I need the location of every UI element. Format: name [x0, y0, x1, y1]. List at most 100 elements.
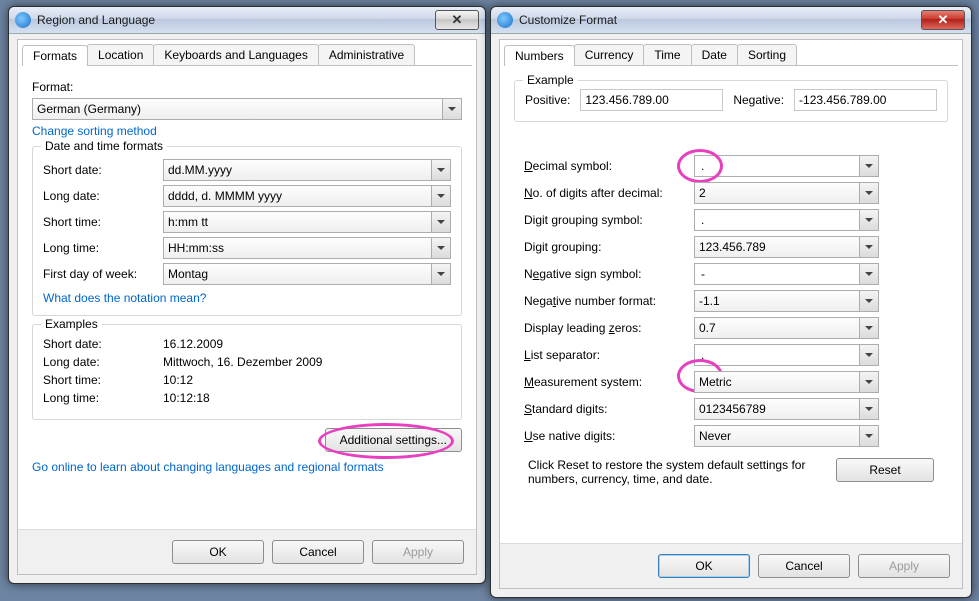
button-bar: OK Cancel Apply	[18, 529, 476, 574]
long-date-combo[interactable]: dddd, d. MMMM yyyy	[163, 185, 451, 207]
cancel-button[interactable]: Cancel	[272, 540, 364, 564]
chevron-down-icon	[431, 264, 450, 284]
leading-zeros-label: Display leading zeros:	[524, 321, 694, 335]
globe-icon	[497, 12, 513, 28]
standard-digits-combo[interactable]: 0123456789	[694, 398, 879, 420]
digit-grouping-combo[interactable]: 123.456.789	[694, 236, 879, 258]
chevron-down-icon	[859, 399, 878, 419]
grouping-symbol-combo[interactable]	[694, 209, 879, 231]
first-dow-combo[interactable]: Montag	[163, 263, 451, 285]
tab-date[interactable]: Date	[691, 44, 738, 65]
reset-button[interactable]: Reset	[836, 458, 934, 482]
tab-formats[interactable]: Formats	[22, 45, 88, 66]
example-long-date: Mittwoch, 16. Dezember 2009	[163, 355, 451, 369]
positive-label: Positive:	[525, 93, 570, 107]
tab-location[interactable]: Location	[87, 44, 154, 65]
long-time-label: Long time:	[43, 241, 163, 255]
window-title: Region and Language	[37, 13, 435, 27]
chevron-down-icon	[859, 426, 878, 446]
numbers-panel: Example Positive: 123.456.789.00 Negativ…	[500, 66, 962, 546]
short-date-label: Short date:	[43, 163, 163, 177]
decimal-symbol-combo[interactable]	[694, 155, 879, 177]
tab-strip: Formats Location Keyboards and Languages…	[22, 44, 472, 66]
example-long-time: 10:12:18	[163, 391, 451, 405]
short-date-combo[interactable]: dd.MM.yyyy	[163, 159, 451, 181]
native-digits-combo[interactable]: Never	[694, 425, 879, 447]
short-time-label: Short time:	[43, 215, 163, 229]
ok-button[interactable]: OK	[172, 540, 264, 564]
long-date-label: Long date:	[43, 189, 163, 203]
chevron-down-icon	[859, 318, 878, 338]
chevron-down-icon	[442, 99, 461, 119]
formats-panel: Format: German (Germany) Change sorting …	[18, 66, 476, 484]
examples-group: Examples Short date:16.12.2009 Long date…	[32, 324, 462, 420]
chevron-down-icon	[859, 345, 878, 365]
close-button[interactable]: ✕	[435, 10, 479, 30]
example-short-time: 10:12	[163, 373, 451, 387]
date-time-formats-group: Date and time formats Short date:dd.MM.y…	[32, 146, 462, 316]
group-title: Examples	[41, 317, 102, 331]
standard-digits-label: Standard digits:	[524, 402, 694, 416]
tab-keyboards[interactable]: Keyboards and Languages	[153, 44, 318, 65]
measurement-label: Measurement system:	[524, 375, 694, 389]
dialog-body: Formats Location Keyboards and Languages…	[17, 39, 477, 575]
titlebar[interactable]: Customize Format ✕	[491, 7, 971, 34]
leading-zeros-combo[interactable]: 0.7	[694, 317, 879, 339]
additional-settings-button[interactable]: Additional settings...	[325, 428, 462, 452]
tab-sorting[interactable]: Sorting	[737, 44, 797, 65]
negative-label: Negative:	[733, 93, 784, 107]
chevron-down-icon	[859, 183, 878, 203]
tab-currency[interactable]: Currency	[574, 44, 645, 65]
measurement-combo[interactable]: Metric	[694, 371, 879, 393]
cancel-button[interactable]: Cancel	[758, 554, 850, 578]
window-title: Customize Format	[519, 13, 921, 27]
first-dow-label: First day of week:	[43, 267, 163, 281]
negative-example: -123.456.789.00	[794, 89, 937, 111]
notation-link[interactable]: What does the notation mean?	[43, 291, 451, 305]
chevron-down-icon	[431, 186, 450, 206]
chevron-down-icon	[859, 291, 878, 311]
ok-button[interactable]: OK	[658, 554, 750, 578]
chevron-down-icon	[859, 156, 878, 176]
short-time-combo[interactable]: h:mm tt	[163, 211, 451, 233]
grouping-symbol-label: Digit grouping symbol:	[524, 213, 694, 227]
chevron-down-icon	[859, 264, 878, 284]
apply-button[interactable]: Apply	[372, 540, 464, 564]
format-label: Format:	[32, 80, 462, 94]
online-link[interactable]: Go online to learn about changing langua…	[32, 460, 462, 474]
change-sorting-link[interactable]: Change sorting method	[32, 124, 462, 138]
dialog-body: Numbers Currency Time Date Sorting Examp…	[499, 39, 963, 589]
neg-format-combo[interactable]: -1.1	[694, 290, 879, 312]
chevron-down-icon	[431, 160, 450, 180]
example-short-date: 16.12.2009	[163, 337, 451, 351]
close-button[interactable]: ✕	[921, 10, 965, 30]
decimal-symbol-input[interactable]	[699, 156, 874, 176]
long-time-combo[interactable]: HH:mm:ss	[163, 237, 451, 259]
chevron-down-icon	[431, 238, 450, 258]
tab-admin[interactable]: Administrative	[318, 44, 415, 65]
native-digits-label: Use native digits:	[524, 429, 694, 443]
tab-strip: Numbers Currency Time Date Sorting	[504, 44, 958, 66]
region-language-dialog: Region and Language ✕ Formats Location K…	[8, 6, 486, 584]
digits-after-decimal-combo[interactable]: 2	[694, 182, 879, 204]
group-title: Date and time formats	[41, 139, 167, 153]
neg-format-label: Negative number format:	[524, 294, 694, 308]
tab-time[interactable]: Time	[643, 44, 691, 65]
tab-numbers[interactable]: Numbers	[504, 45, 575, 66]
neg-sign-label: Negative sign symbol:	[524, 267, 694, 281]
list-separator-combo[interactable]	[694, 344, 879, 366]
digit-grouping-label: Digit grouping:	[524, 240, 694, 254]
reset-note: Click Reset to restore the system defaul…	[514, 452, 948, 486]
positive-example: 123.456.789.00	[580, 89, 723, 111]
titlebar[interactable]: Region and Language ✕	[9, 7, 485, 34]
format-combo[interactable]: German (Germany)	[32, 98, 462, 120]
decimal-symbol-label: Decimal symbol:	[524, 159, 694, 173]
apply-button[interactable]: Apply	[858, 554, 950, 578]
neg-sign-combo[interactable]	[694, 263, 879, 285]
chevron-down-icon	[431, 212, 450, 232]
customize-format-dialog: Customize Format ✕ Numbers Currency Time…	[490, 6, 972, 598]
chevron-down-icon	[859, 372, 878, 392]
chevron-down-icon	[859, 237, 878, 257]
list-separator-label: List separator:	[524, 348, 694, 362]
example-group: Example Positive: 123.456.789.00 Negativ…	[514, 80, 948, 122]
